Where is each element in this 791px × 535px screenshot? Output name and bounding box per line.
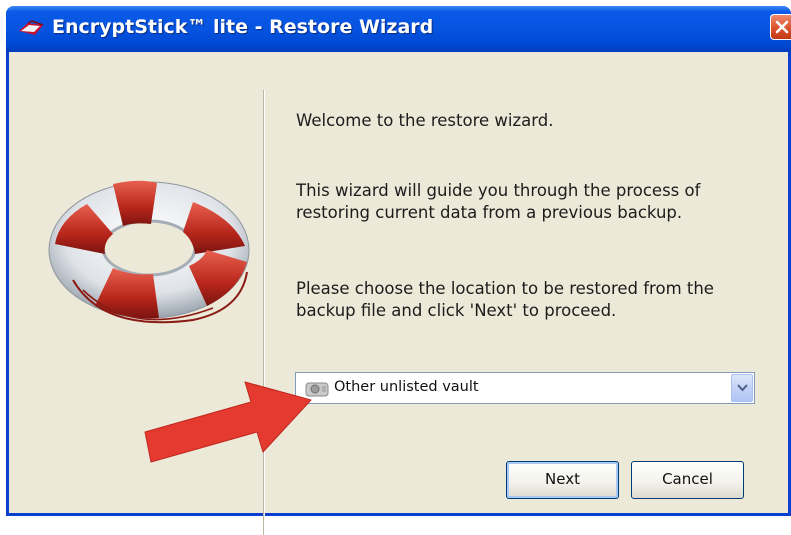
- wizard-content: Welcome to the restore wizard. This wiza…: [9, 52, 788, 535]
- description-text: This wizard will guide you through the p…: [296, 181, 701, 222]
- restore-wizard-window: EncryptStick™ lite - Restore Wizard Welc…: [6, 6, 791, 535]
- lifebuoy-icon: [48, 180, 250, 324]
- location-dropdown[interactable]: Other unlisted vault: [295, 372, 755, 404]
- title-bar[interactable]: EncryptStick™ lite - Restore Wizard: [6, 6, 791, 52]
- dropdown-toggle-button[interactable]: [731, 374, 753, 402]
- next-button[interactable]: Next: [506, 461, 619, 499]
- cancel-button[interactable]: Cancel: [631, 461, 744, 499]
- window-title: EncryptStick™ lite - Restore Wizard: [52, 16, 434, 38]
- location-dropdown-value: Other unlisted vault: [334, 379, 479, 395]
- chevron-down-icon: [737, 384, 748, 392]
- wizard-divider: [263, 90, 265, 535]
- instructions-text: Please choose the location to be restore…: [296, 279, 714, 320]
- close-button[interactable]: [770, 14, 791, 40]
- encryptstick-app-icon: [18, 19, 44, 39]
- welcome-text: Welcome to the restore wizard.: [296, 111, 554, 130]
- close-icon: [775, 20, 789, 34]
- red-pointer-arrow: [144, 381, 312, 463]
